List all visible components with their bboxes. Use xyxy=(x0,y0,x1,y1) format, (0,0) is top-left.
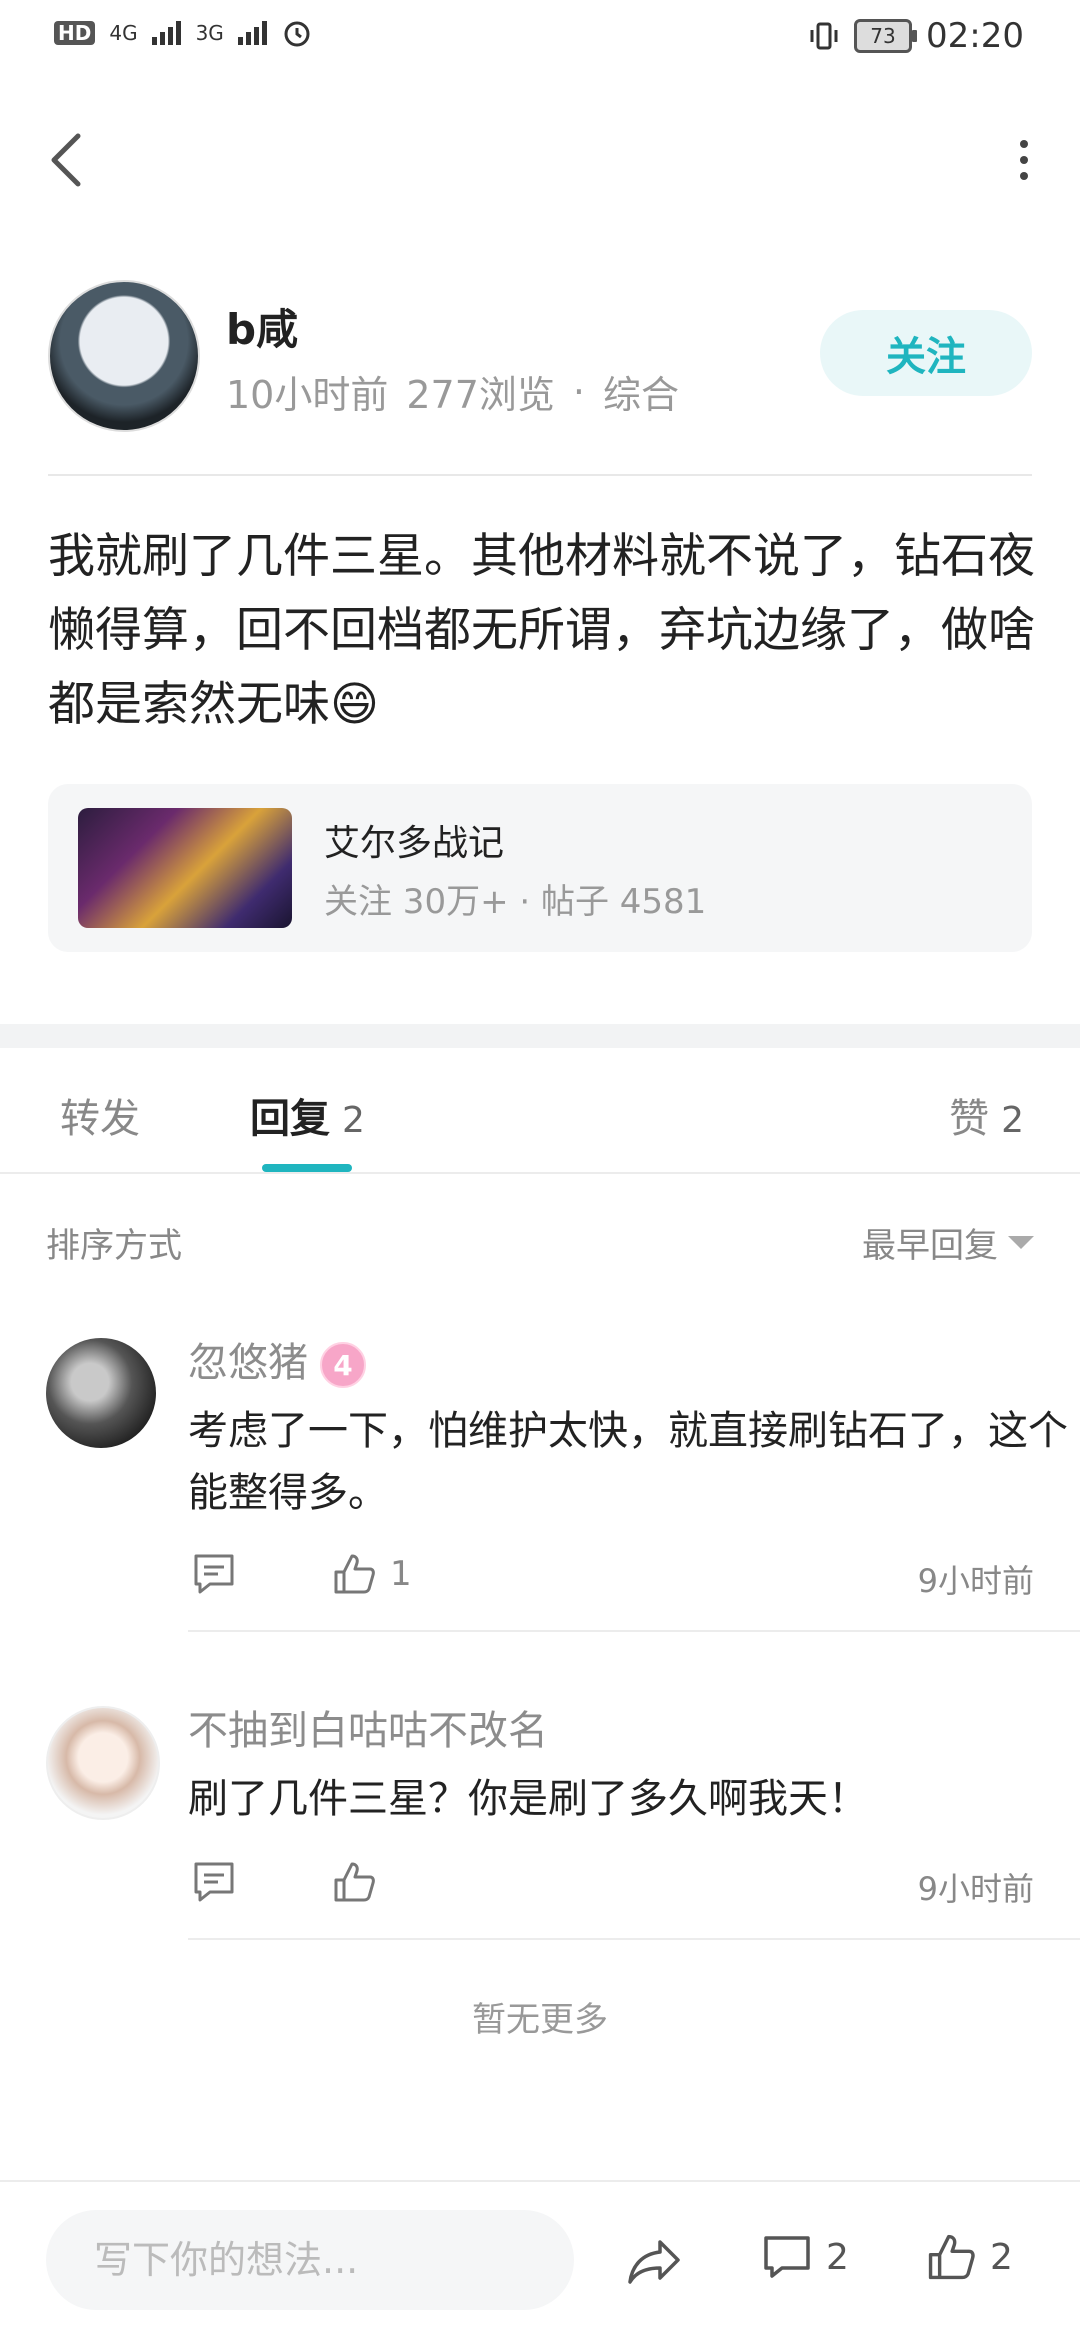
signal-3g-label: 3G xyxy=(195,21,224,45)
like-count: 1 xyxy=(390,1554,412,1594)
comment-count-button[interactable]: 2 xyxy=(762,2232,849,2282)
comment-like[interactable]: 1 xyxy=(332,1552,412,1596)
author-avatar[interactable] xyxy=(48,280,200,432)
no-more-label: 暂无更多 xyxy=(472,2000,608,2040)
divider xyxy=(0,2180,1080,2182)
more-options-icon[interactable] xyxy=(1016,138,1032,182)
tab-label: 赞 xyxy=(949,1096,990,1142)
post-meta: 10小时前 277浏览 · 综合 xyxy=(226,364,679,419)
battery-icon: 73 xyxy=(854,19,918,53)
meta-separator: · xyxy=(572,369,585,414)
thumbs-up-icon xyxy=(334,1554,375,1594)
comment-avatar[interactable] xyxy=(46,1706,160,1820)
tab-reposts[interactable]: 转发 xyxy=(60,1086,140,1144)
comment-author-name: 不抽到白咕咕不改名 xyxy=(188,1708,548,1754)
comment-author-name: 忽悠猪 xyxy=(188,1340,308,1386)
comment-author[interactable]: 忽悠猪 4 xyxy=(188,1330,366,1388)
reply-icon[interactable] xyxy=(192,1552,236,1596)
divider xyxy=(48,474,1032,476)
sort-label: 排序方式 xyxy=(46,1226,182,1266)
clock: 02:20 xyxy=(926,16,1024,56)
thumbs-up-icon xyxy=(334,1862,375,1902)
comment-icon xyxy=(764,2236,810,2278)
post-body: 我就刷了几件三星。其他材料就不说了，钻石夜懒得算，回不回档都无所谓，弃坑边缘了，… xyxy=(48,529,1035,732)
tab-likes[interactable]: 赞2 xyxy=(949,1086,1024,1144)
game-title: 艾尔多战记 xyxy=(324,823,505,864)
signal-icon xyxy=(237,21,267,45)
battery-level: 73 xyxy=(870,24,896,48)
comment-divider xyxy=(188,1630,1080,1632)
divider xyxy=(0,1172,1080,1174)
status-right: 73 02:20 xyxy=(808,16,1024,56)
comment-like[interactable] xyxy=(332,1860,390,1904)
reply-icon[interactable] xyxy=(192,1860,236,1904)
hd-indicator: HD xyxy=(54,21,96,45)
section-separator xyxy=(0,1024,1080,1048)
active-tab-indicator xyxy=(262,1164,352,1172)
share-icon[interactable] xyxy=(626,2236,682,2286)
comment-count: 2 xyxy=(826,2236,849,2278)
comment-author[interactable]: 不抽到白咕咕不改名 xyxy=(188,1698,548,1756)
post-views: 277浏览 xyxy=(406,373,555,417)
like-count: 2 xyxy=(990,2236,1013,2278)
comment-text: 刷了几件三星？你是刷了多久啊我天！ xyxy=(188,1776,868,1822)
like-count-button[interactable]: 2 xyxy=(926,2232,1013,2282)
comment-text: 考虑了一下，怕维护太快，就直接刷钻石了，这个能整得多。 xyxy=(188,1408,1068,1516)
comment-divider xyxy=(188,1938,1080,1940)
game-card[interactable]: 艾尔多战记 关注 30万+ · 帖子 4581 xyxy=(48,784,1032,952)
signal-4g-label: 4G xyxy=(109,21,138,45)
tab-label: 转发 xyxy=(60,1096,140,1142)
post-category[interactable]: 综合 xyxy=(603,364,679,419)
vibrate-icon xyxy=(810,22,838,50)
status-bar: HD 4G 3G 73 02:20 xyxy=(0,0,1080,72)
tab-label: 回复 xyxy=(250,1096,330,1142)
follow-button[interactable]: 关注 xyxy=(820,310,1032,396)
post-time: 10小时前 xyxy=(226,373,389,417)
level-badge: 4 xyxy=(320,1342,366,1388)
game-thumbnail xyxy=(78,808,292,928)
tab-count: 2 xyxy=(342,1100,365,1141)
game-meta: 关注 30万+ · 帖子 4581 xyxy=(324,882,707,922)
tab-replies[interactable]: 回复 2 xyxy=(250,1086,365,1144)
signal-indicators: HD 4G 3G xyxy=(54,18,312,48)
comment-time: 9小时前 xyxy=(917,1870,1034,1908)
sort-value: 最早回复 xyxy=(862,1226,998,1266)
back-icon[interactable] xyxy=(46,130,86,190)
comment-avatar[interactable] xyxy=(46,1338,156,1448)
tab-count: 2 xyxy=(1001,1100,1024,1141)
thumbs-up-icon xyxy=(928,2234,975,2280)
sort-dropdown[interactable]: 最早回复 xyxy=(862,1218,1034,1267)
comment-time: 9小时前 xyxy=(917,1562,1034,1600)
alarm-icon xyxy=(284,21,310,47)
author-name[interactable]: b咸 xyxy=(226,296,298,357)
comment-input[interactable] xyxy=(46,2210,574,2310)
signal-icon xyxy=(151,21,181,45)
caret-down-icon xyxy=(1008,1236,1034,1249)
